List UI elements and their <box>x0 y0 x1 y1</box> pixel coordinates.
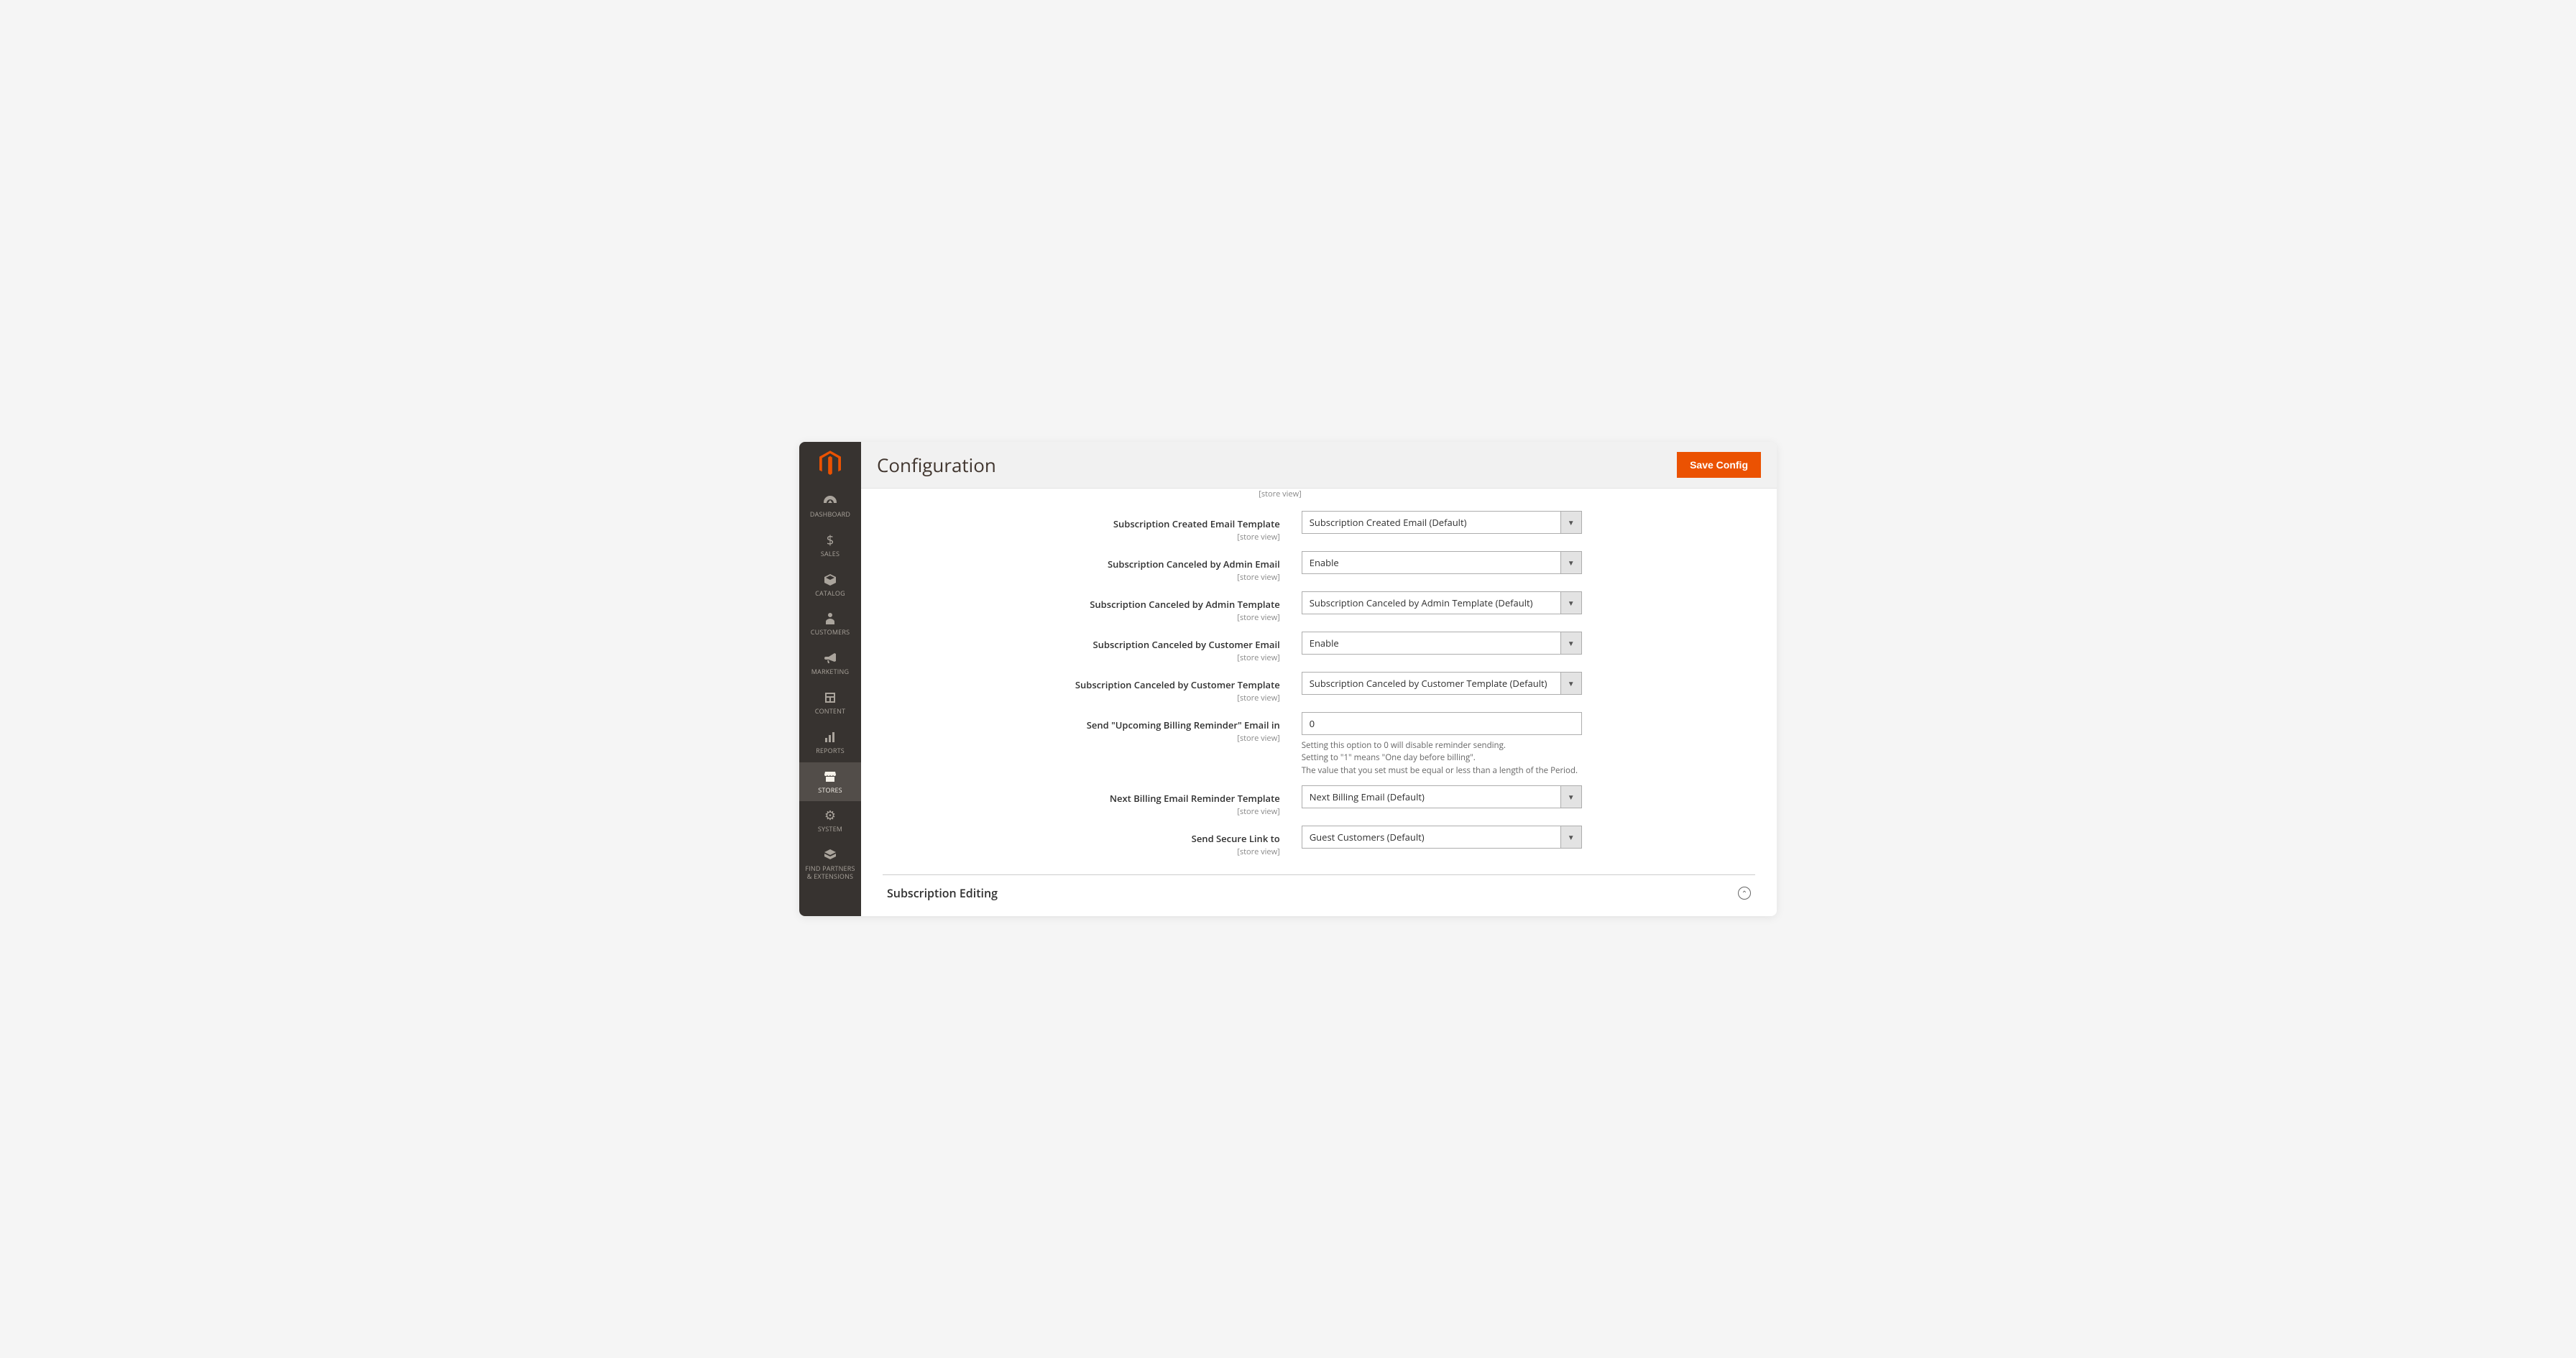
field-canceled-customer-email: Subscription Canceled by Customer Email … <box>883 627 1755 668</box>
scope-label: [store view] <box>883 532 1280 542</box>
field-canceled-customer-template: Subscription Canceled by Customer Templa… <box>883 668 1755 708</box>
field-canceled-admin-email: Subscription Canceled by Admin Email [st… <box>883 547 1755 587</box>
chevron-down-icon: ▼ <box>1560 551 1582 574</box>
page-title: Configuration <box>877 452 996 478</box>
field-label: Next Billing Email Reminder Template <box>1110 792 1280 805</box>
nav-label: MARKETING <box>811 668 849 676</box>
nav-label: SYSTEM <box>818 826 842 833</box>
field-label: Subscription Created Email Template <box>1113 517 1280 530</box>
nav-catalog[interactable]: CATALOG <box>799 565 861 605</box>
nav-label: CATALOG <box>815 590 845 598</box>
scope-label: [store view] <box>883 612 1280 623</box>
nav-marketing[interactable]: MARKETING <box>799 644 861 683</box>
field-next-billing-template: Next Billing Email Reminder Template [st… <box>883 781 1755 821</box>
field-label: Subscription Canceled by Admin Email <box>1108 558 1280 571</box>
bars-icon <box>825 730 835 744</box>
field-label: Send Secure Link to <box>1192 832 1280 845</box>
main-content: Configuration Save Config [store view] S… <box>861 442 1777 916</box>
store-icon <box>824 770 836 784</box>
nav-reports[interactable]: REPORTS <box>799 723 861 762</box>
scope-label: [store view] <box>883 693 1280 703</box>
save-config-button[interactable]: Save Config <box>1677 452 1761 478</box>
select-canceled-customer-template[interactable]: Subscription Canceled by Customer Templa… <box>1302 672 1582 695</box>
field-secure-link: Send Secure Link to [store view] Guest C… <box>883 821 1755 862</box>
scope-label: [store view] <box>1259 489 1301 499</box>
select-value: Subscription Created Email (Default) <box>1302 511 1560 534</box>
scope-label: [store view] <box>883 846 1280 857</box>
field-switch-plan: Switch Subscription Plan [website] Yes ▼ <box>883 914 1755 916</box>
dashboard-icon <box>824 494 837 508</box>
input-reminder-days[interactable] <box>1302 712 1582 735</box>
gear-icon: ⚙ <box>824 808 836 823</box>
collapse-icon[interactable]: ⌃ <box>1738 887 1751 900</box>
field-label: Subscription Canceled by Admin Template <box>1090 598 1279 611</box>
select-canceled-customer-email[interactable]: Enable ▼ <box>1302 632 1582 655</box>
nav-system[interactable]: ⚙ SYSTEM <box>799 801 861 841</box>
chevron-down-icon: ▼ <box>1560 511 1582 534</box>
section-subscription-editing[interactable]: Subscription Editing ⌃ <box>883 874 1755 901</box>
nav-sales[interactable]: $ SALES <box>799 526 861 565</box>
scope-label: [store view] <box>883 806 1280 817</box>
field-canceled-admin-template: Subscription Canceled by Admin Template … <box>883 587 1755 627</box>
nav-label: SALES <box>821 550 840 558</box>
chevron-down-icon: ▼ <box>1560 632 1582 655</box>
nav-label: CUSTOMERS <box>811 629 850 637</box>
nav-label: FIND PARTNERS & EXTENSIONS <box>802 865 858 881</box>
puzzle-icon <box>824 848 836 862</box>
config-form: [store view] Subscription Created Email … <box>861 489 1777 916</box>
megaphone-icon <box>824 651 836 665</box>
scope-label: [store view] <box>883 733 1280 744</box>
page-header: Configuration Save Config <box>861 442 1777 489</box>
nav-partners[interactable]: FIND PARTNERS & EXTENSIONS <box>799 841 861 888</box>
select-canceled-admin-template[interactable]: Subscription Canceled by Admin Template … <box>1302 591 1582 614</box>
nav-label: DASHBOARD <box>810 511 850 519</box>
select-canceled-admin-email[interactable]: Enable ▼ <box>1302 551 1582 574</box>
nav-customers[interactable]: CUSTOMERS <box>799 604 861 644</box>
nav-label: CONTENT <box>815 708 846 716</box>
admin-sidebar: DASHBOARD $ SALES CATALOG CUSTOMERS MARK… <box>799 442 861 916</box>
field-reminder-days: Send "Upcoming Billing Reminder" Email i… <box>883 708 1755 781</box>
select-secure-link[interactable]: Guest Customers (Default) ▼ <box>1302 826 1582 849</box>
select-value: Guest Customers (Default) <box>1302 826 1560 849</box>
select-next-billing-template[interactable]: Next Billing Email (Default) ▼ <box>1302 785 1582 808</box>
person-icon <box>826 611 834 626</box>
select-value: Subscription Canceled by Customer Templa… <box>1302 672 1560 695</box>
box-icon <box>824 573 836 587</box>
dollar-icon: $ <box>827 533 834 548</box>
select-value: Enable <box>1302 632 1560 655</box>
section-title: Subscription Editing <box>887 885 998 901</box>
chevron-down-icon: ▼ <box>1560 785 1582 808</box>
nav-label: REPORTS <box>816 747 845 755</box>
chevron-down-icon: ▼ <box>1560 826 1582 849</box>
scope-label: [store view] <box>883 652 1280 663</box>
scope-label: [store view] <box>883 572 1280 583</box>
chevron-down-icon: ▼ <box>1560 672 1582 695</box>
select-value: Subscription Canceled by Admin Template … <box>1302 591 1560 614</box>
select-value: Next Billing Email (Default) <box>1302 785 1560 808</box>
nav-stores[interactable]: STORES <box>799 762 861 802</box>
nav-label: STORES <box>818 787 842 795</box>
help-text: Setting this option to 0 will disable re… <box>1302 739 1582 777</box>
field-label: Subscription Canceled by Customer Templa… <box>1075 678 1280 691</box>
nav-dashboard[interactable]: DASHBOARD <box>799 486 861 526</box>
select-value: Enable <box>1302 551 1560 574</box>
field-label: Send "Upcoming Billing Reminder" Email i… <box>1087 719 1280 731</box>
nav-content[interactable]: CONTENT <box>799 683 861 723</box>
chevron-down-icon: ▼ <box>1560 591 1582 614</box>
magento-logo <box>817 451 843 476</box>
field-subscription-created-template: Subscription Created Email Template [sto… <box>883 507 1755 547</box>
select-subscription-created[interactable]: Subscription Created Email (Default) ▼ <box>1302 511 1582 534</box>
field-label: Subscription Canceled by Customer Email <box>1093 638 1280 651</box>
layout-icon <box>825 690 835 705</box>
